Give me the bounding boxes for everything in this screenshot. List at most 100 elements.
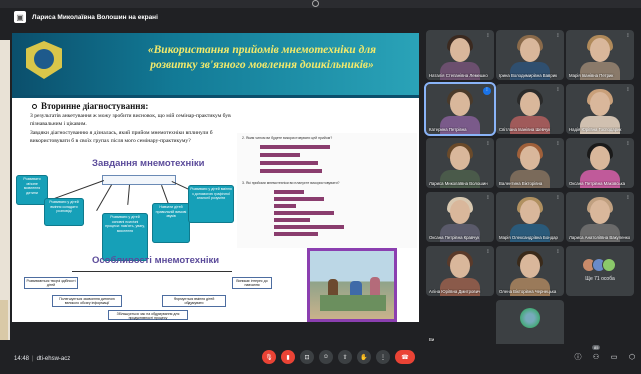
- task-box: Навчати дітей правильній вимові звуків: [152, 203, 190, 243]
- mic-off-icon: ⁞: [557, 141, 559, 147]
- meet-window: ▣ Лариса Миколаївна Волошин на екрані «В…: [0, 0, 641, 374]
- participant-name: Надія Юріївна Господарик: [569, 127, 622, 132]
- chart-title: 2. Яким чином ви будете використовувати …: [242, 136, 333, 140]
- divider: [12, 95, 419, 98]
- participant-tile[interactable]: ⁞ Марія Олександрівна Бондар: [496, 192, 564, 242]
- participant-name: Світлана Іванівна Шевчук: [499, 127, 551, 132]
- connector-line: [51, 180, 104, 200]
- participant-tile[interactable]: ⁞ Наталія Степанівна Лемешко: [426, 30, 494, 80]
- participant-count-badge: 85: [592, 345, 601, 350]
- chart-bar: [274, 232, 318, 236]
- slide-title-line: розвитку зв'язного мовлення дошкільників…: [150, 59, 374, 71]
- mic-off-icon: ⁞: [557, 87, 559, 93]
- bullet-icon: [32, 104, 37, 109]
- activities-icon[interactable]: ⬡: [626, 351, 638, 363]
- participant-name: Лариса Анатоліївна Вакуленко: [569, 235, 631, 240]
- connector-line: [127, 184, 130, 205]
- feature-box: Полегшується засвоєння дитиною великого …: [52, 295, 122, 307]
- participant-tile[interactable]: ⁞ Марія Іванівна Петрик: [566, 30, 634, 80]
- tasks-hub: [102, 175, 176, 185]
- participant-name: Оксана Петрівна Маковська: [569, 181, 625, 186]
- captions-button[interactable]: ⊡: [300, 350, 314, 364]
- presenter-banner: ▣ Лариса Миколаївна Волошин на екрані: [14, 11, 158, 23]
- participant-name: Лариса Миколаївна Волошин: [429, 181, 488, 186]
- mic-toggle-button[interactable]: 🎙: [262, 350, 276, 364]
- background-edge: [0, 40, 10, 340]
- feature-box: Розвиваються творчі здібності дітей: [24, 277, 78, 289]
- people-icon[interactable]: ⚇: [590, 351, 602, 363]
- participant-tile[interactable]: ⁞ Лариса Миколаївна Волошин: [426, 138, 494, 188]
- self-avatar: [520, 308, 540, 328]
- present-button[interactable]: ⇧: [338, 350, 352, 364]
- paragraph: З результатів анкетування ж можу зробити…: [30, 113, 231, 127]
- features-title: Особливості мнемотехніки: [92, 255, 220, 266]
- side-controls: ⓘ ⚇ ▭ ⬡: [572, 351, 638, 363]
- task-box: Розвивати у дітей вміння складати розпов…: [44, 198, 84, 226]
- camera-toggle-button[interactable]: ▮: [281, 350, 295, 364]
- info-icon[interactable]: ⓘ: [572, 351, 584, 363]
- meeting-info: 14:48 | dti-ehsw-acz: [14, 356, 71, 362]
- speaking-icon: ⁞: [483, 87, 491, 95]
- paragraph: Завдяки діагностуванню я дізналась, який…: [30, 130, 213, 144]
- participant-tile[interactable]: ⁞ Оксана Петрівна Кравчук: [426, 192, 494, 242]
- chart-bar: [260, 145, 330, 149]
- section-title: Вторинне діагностування:: [32, 101, 148, 111]
- presentation-icon: ▣: [14, 11, 26, 23]
- participant-tile[interactable]: ⁞ Лариса Анатоліївна Вакуленко: [566, 192, 634, 242]
- participant-tile[interactable]: ⁞ Олена Вікторівна Чернецька: [496, 246, 564, 296]
- shared-slide: «Використання прийомів мнемотехніки для …: [12, 33, 419, 322]
- emoji-button[interactable]: ☺: [319, 350, 333, 364]
- participant-tile[interactable]: ⁞ Ірина Володимирівна Ваврик: [496, 30, 564, 80]
- section-title-text: Вторинне діагностування:: [41, 101, 149, 111]
- chart-bar: [274, 190, 304, 194]
- mic-off-icon: ⁞: [487, 249, 489, 255]
- chat-icon[interactable]: ▭: [608, 351, 620, 363]
- feature-box: Виникає інтерес до навчання: [232, 277, 272, 289]
- participant-name: Оксана Петрівна Кравчук: [429, 235, 480, 240]
- leave-call-button[interactable]: ☎: [395, 350, 415, 364]
- participant-name: Марія Олександрівна Бондар: [499, 235, 558, 240]
- participant-tile[interactable]: ⁞ Надія Юріївна Господарик: [566, 84, 634, 134]
- more-participants-tile[interactable]: Ще 71 особа: [566, 246, 634, 296]
- meeting-code: dti-ehsw-acz: [36, 356, 71, 362]
- task-box: Розвивати у дітей основні психічні проце…: [102, 213, 148, 261]
- mic-off-icon: ⁞: [627, 87, 629, 93]
- self-view-tile[interactable]: [496, 300, 564, 350]
- chart-bar: [274, 197, 324, 201]
- top-strip: [0, 0, 641, 8]
- mic-off-icon: ⁞: [557, 249, 559, 255]
- participant-name: Валентина Вікторівна: [499, 181, 543, 186]
- self-label-area: Ви: [426, 300, 494, 350]
- more-options-button[interactable]: ⋮: [376, 350, 390, 364]
- self-label: Ви: [429, 337, 435, 342]
- participant-name: Марія Іванівна Петрик: [569, 73, 614, 78]
- participant-tile[interactable]: ⁞ Валентина Вікторівна: [496, 138, 564, 188]
- participant-tile[interactable]: ⁞ Аліна Юріївна Дмитрович: [426, 246, 494, 296]
- window-handle[interactable]: [312, 0, 319, 7]
- mic-off-icon: ⁞: [487, 195, 489, 201]
- chart-bar: [274, 218, 310, 222]
- participant-name: Наталія Степанівна Лемешко: [429, 73, 488, 78]
- participant-name: Аліна Юріївна Дмитрович: [429, 289, 481, 294]
- participants-grid: ⁞ Наталія Степанівна Лемешко ⁞ Ірина Вол…: [424, 30, 641, 350]
- logo-emblem-icon: [34, 49, 54, 69]
- mic-off-icon: ⁞: [487, 33, 489, 39]
- chart-bar: [260, 169, 322, 173]
- call-controls: 🎙 ▮ ⊡ ☺ ⇧ ✋ ⋮ ☎: [262, 350, 415, 364]
- participant-tile[interactable]: ⁞ Оксана Петрівна Маковська: [566, 138, 634, 188]
- chart-title: 3. Які прийоми мнемотехніки ви плануєте …: [242, 181, 340, 185]
- more-avatars: [582, 258, 616, 272]
- slide-title-line: «Використання прийомів мнемотехніки для: [147, 44, 377, 56]
- raise-hand-button[interactable]: ✋: [357, 350, 371, 364]
- classroom-photo: [307, 248, 397, 322]
- chart-bar: [274, 211, 334, 215]
- feature-box: Формується вміння дітей обдумувати: [162, 295, 226, 307]
- participant-tile[interactable]: ⁞ Світлана Іванівна Шевчук: [496, 84, 564, 134]
- mic-off-icon: ⁞: [557, 33, 559, 39]
- presenter-name: Лариса Миколаївна Волошин на екрані: [32, 13, 158, 21]
- task-box: Розвивати у дітей вміння з допомогою гра…: [188, 185, 234, 223]
- clock: 14:48: [14, 356, 30, 362]
- mic-off-icon: ⁞: [557, 195, 559, 201]
- participant-tile[interactable]: ⁞ Катерина Петрівна: [424, 82, 496, 136]
- tasks-title: Завдання мнемотехніки: [92, 158, 205, 169]
